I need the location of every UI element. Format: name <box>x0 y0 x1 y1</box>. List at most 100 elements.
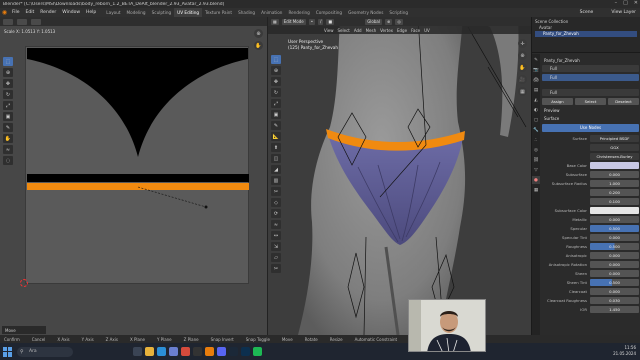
uv-canvas[interactable] <box>25 46 249 284</box>
world-tab-icon[interactable]: ◐ <box>532 106 540 114</box>
store-icon[interactable] <box>169 347 178 356</box>
tab-shading[interactable]: Shading <box>235 8 258 17</box>
shader-property-value[interactable]: 0.000 <box>590 251 639 259</box>
snap-icon[interactable]: ⊕ <box>384 18 393 25</box>
menu-help[interactable]: Help <box>83 10 99 15</box>
tab-uv-editing[interactable]: UV Editing <box>174 8 203 17</box>
tab-modeling[interactable]: Modeling <box>124 8 149 17</box>
blender-icon[interactable] <box>205 347 214 356</box>
shear-icon[interactable]: ▱ <box>271 253 281 262</box>
3d-viewport[interactable]: ▦ Edit Mode • / ■ Global ⊕ ◎ View Select… <box>268 17 531 335</box>
vp-menu-mesh[interactable]: Mesh <box>366 28 377 33</box>
inset-icon[interactable]: ◫ <box>271 154 281 163</box>
blender-logo-icon[interactable]: ◉ <box>0 8 9 17</box>
edge-mode-icon[interactable]: / <box>318 18 324 25</box>
cursor-tool-icon[interactable]: ⊕ <box>3 68 13 77</box>
obs-icon[interactable] <box>193 347 202 356</box>
distribution-select[interactable]: GGX <box>590 143 639 151</box>
orientation-gizmo-icon[interactable]: ✛ <box>518 39 527 48</box>
zoom-icon[interactable]: ⊕ <box>254 29 263 38</box>
transform-orientation[interactable]: Global <box>365 18 382 25</box>
tab-geometry-nodes[interactable]: Geometry Nodes <box>345 8 386 17</box>
editor-type-icon[interactable]: ▦ <box>271 18 279 25</box>
tab-layout[interactable]: Layout <box>103 8 123 17</box>
vp-menu-edge[interactable]: Edge <box>397 28 407 33</box>
uv-island-front[interactable] <box>27 48 248 157</box>
preview-section-header[interactable]: Preview <box>542 107 639 115</box>
output-tab-icon[interactable]: 🖨 <box>532 76 540 84</box>
scale-icon[interactable]: ⤢ <box>271 99 281 108</box>
annotate-icon[interactable]: ✎ <box>271 121 281 130</box>
face-mode-icon[interactable]: ■ <box>326 18 335 25</box>
pan-hand-icon[interactable]: ✋ <box>518 63 527 72</box>
shader-property-value[interactable]: 0.500 <box>590 224 639 232</box>
photoshop-icon[interactable] <box>241 347 250 356</box>
assign-button[interactable]: Assign <box>542 98 573 105</box>
shader-property-value[interactable]: 1.450 <box>590 305 639 313</box>
transform-icon[interactable]: ▣ <box>271 110 281 119</box>
physics-tab-icon[interactable]: ◎ <box>532 146 540 154</box>
object-tab-icon[interactable]: ▢ <box>532 116 540 124</box>
knife-icon[interactable]: ✂ <box>271 187 281 196</box>
spin-icon[interactable]: ⟳ <box>271 209 281 218</box>
scene-tab-icon[interactable]: ◭ <box>532 96 540 104</box>
render-tab-icon[interactable]: 📷 <box>532 66 540 74</box>
vp-menu-view[interactable]: View <box>324 28 334 33</box>
shader-property-value[interactable]: 0.500 <box>590 278 639 286</box>
chrome-icon[interactable] <box>181 347 190 356</box>
deselect-button[interactable]: Deselect <box>608 98 639 105</box>
measure-icon[interactable]: 📐 <box>271 132 281 141</box>
mode-selector[interactable]: Edit Mode <box>281 18 306 25</box>
uv-island-waistband-selected[interactable] <box>27 183 249 190</box>
rip-icon[interactable]: ✂ <box>271 264 281 273</box>
outliner-row-selected[interactable]: Panty_for_Zhevah <box>535 31 637 37</box>
uv-sync-button[interactable] <box>17 18 27 25</box>
tab-compositing[interactable]: Compositing <box>313 8 345 17</box>
constraints-tab-icon[interactable]: ⛓ <box>532 156 540 164</box>
vp-menu-add[interactable]: Add <box>354 28 362 33</box>
shader-property-value[interactable]: 0.000 <box>590 287 639 295</box>
transform-tool-icon[interactable]: ▣ <box>3 112 13 121</box>
zoom-icon[interactable]: ⊕ <box>518 51 527 60</box>
vp-menu-face[interactable]: Face <box>411 28 420 33</box>
smooth-icon[interactable]: ≈ <box>271 220 281 229</box>
shader-property-value[interactable] <box>590 206 639 214</box>
shader-property-value[interactable]: 0.200 <box>590 188 639 196</box>
shader-property-value[interactable]: 0.500 <box>590 242 639 250</box>
surface-shader-select[interactable]: Principled BSDF <box>590 134 639 142</box>
select-box-icon[interactable]: ⬚ <box>271 55 281 64</box>
shader-property-value[interactable] <box>590 161 639 169</box>
tab-sculpting[interactable]: Sculpting <box>149 8 175 17</box>
shader-property-value[interactable]: 0.100 <box>590 197 639 205</box>
menu-edit[interactable]: Edit <box>23 10 38 15</box>
shrink-icon[interactable]: ⇲ <box>271 242 281 251</box>
menu-window[interactable]: Window <box>59 10 83 15</box>
explorer-icon[interactable] <box>145 347 154 356</box>
camera-view-icon[interactable]: 🎥 <box>518 75 527 84</box>
tool-tab-icon[interactable]: ✎ <box>532 56 540 64</box>
scene-selector[interactable]: Scene <box>580 8 594 17</box>
editor-type-button[interactable] <box>3 18 13 25</box>
uv-island-band[interactable] <box>27 174 249 182</box>
modifier-tab-icon[interactable]: 🔧 <box>532 126 540 134</box>
shader-property-value[interactable]: 0.000 <box>590 233 639 241</box>
windows-start-icon[interactable] <box>3 346 13 357</box>
cursor-icon[interactable]: ⊕ <box>271 66 281 75</box>
tab-scripting[interactable]: Scripting <box>386 8 411 17</box>
shader-property-value[interactable]: 0.000 <box>590 215 639 223</box>
view-layer-selector[interactable]: View Layer <box>611 8 636 17</box>
shader-property-value[interactable]: 0.000 <box>590 170 639 178</box>
taskview-icon[interactable] <box>133 347 142 356</box>
system-tray-clock[interactable]: 11:56 21.05.2024 <box>613 345 636 357</box>
maximize-icon[interactable]: □ <box>623 0 628 6</box>
relax-tool-icon[interactable]: ≈ <box>3 145 13 154</box>
rotate-icon[interactable]: ↻ <box>271 88 281 97</box>
vp-menu-vertex[interactable]: Vertex <box>380 28 393 33</box>
minimize-icon[interactable]: – <box>615 0 618 6</box>
scale-tool-icon[interactable]: ⤢ <box>3 101 13 110</box>
spotify-icon[interactable] <box>253 347 262 356</box>
particles-tab-icon[interactable]: ∴ <box>532 136 540 144</box>
taskbar-search[interactable]: ⚲ Ara <box>17 346 73 357</box>
material-slot-selected[interactable]: Full <box>542 74 639 81</box>
perspective-toggle-icon[interactable]: ▦ <box>518 87 527 96</box>
